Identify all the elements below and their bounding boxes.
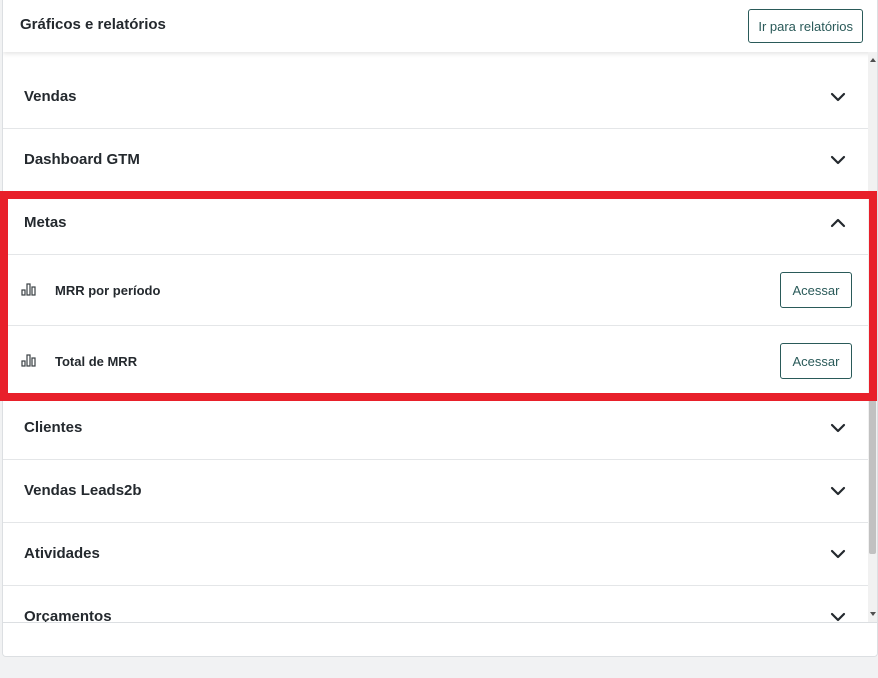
report-item-total-de-mrr: Total de MRR Acessar — [3, 325, 869, 396]
chevron-up-icon[interactable] — [829, 216, 847, 230]
section-vendas-leads2b: Vendas Leads2b — [3, 460, 869, 523]
page-title: Gráficos e relatórios — [20, 16, 166, 33]
section-title: Vendas Leads2b — [24, 482, 142, 499]
section-header-metas[interactable]: Metas — [3, 192, 869, 254]
go-to-reports-button[interactable]: Ir para relatórios — [748, 9, 863, 43]
section-title: Atividades — [24, 545, 100, 562]
scrollbar-thumb[interactable] — [869, 392, 876, 554]
chevron-down-icon[interactable] — [829, 484, 847, 498]
section-header-vendas-leads2b[interactable]: Vendas Leads2b — [3, 460, 869, 522]
scroll-down-arrow-icon[interactable] — [870, 612, 876, 616]
report-item-mrr-por-periodo: MRR por período Acessar — [3, 254, 869, 325]
chevron-down-icon[interactable] — [829, 547, 847, 561]
section-title: Metas — [24, 214, 67, 231]
section-dashboard-gtm: Dashboard GTM — [3, 129, 869, 192]
section-header-vendas[interactable]: Vendas — [3, 66, 869, 128]
bar-chart-icon — [21, 283, 36, 296]
chevron-down-icon[interactable] — [829, 90, 847, 104]
report-label: Total de MRR — [55, 354, 138, 369]
scroll-up-arrow-icon[interactable] — [870, 58, 876, 62]
section-header-atividades[interactable]: Atividades — [3, 523, 869, 585]
section-header-clientes[interactable]: Clientes — [3, 397, 869, 459]
chevron-down-icon[interactable] — [829, 153, 847, 167]
bar-chart-icon — [21, 354, 36, 367]
section-orcamentos: Orçamentos — [3, 586, 869, 622]
section-title: Dashboard GTM — [24, 151, 140, 168]
section-title: Clientes — [24, 419, 83, 436]
panel-header: Gráficos e relatórios Ir para relatórios — [3, 0, 877, 52]
report-label: MRR por período — [55, 283, 161, 298]
vertical-scrollbar[interactable] — [868, 52, 877, 622]
chevron-down-icon[interactable] — [829, 421, 847, 435]
section-metas: Metas MRR por período Acessar Total de M… — [3, 192, 869, 397]
panel-footer — [3, 622, 877, 656]
section-vendas: Vendas — [3, 66, 869, 129]
chevron-down-icon[interactable] — [829, 610, 847, 622]
section-atividades: Atividades — [3, 523, 869, 586]
sections-scroll-area[interactable]: Vendas Dashboard GTM Metas MRR por perío… — [3, 52, 877, 622]
section-header-dashboard-gtm[interactable]: Dashboard GTM — [3, 129, 869, 191]
sections-list: Vendas Dashboard GTM Metas MRR por perío… — [3, 66, 869, 622]
section-header-orcamentos[interactable]: Orçamentos — [3, 586, 869, 622]
section-clientes: Clientes — [3, 397, 869, 460]
section-title: Orçamentos — [24, 608, 112, 622]
access-mrr-por-periodo-button[interactable]: Acessar — [780, 272, 852, 308]
access-total-de-mrr-button[interactable]: Acessar — [780, 343, 852, 379]
section-title: Vendas — [24, 88, 77, 105]
charts-reports-panel: Gráficos e relatórios Ir para relatórios… — [2, 0, 878, 657]
